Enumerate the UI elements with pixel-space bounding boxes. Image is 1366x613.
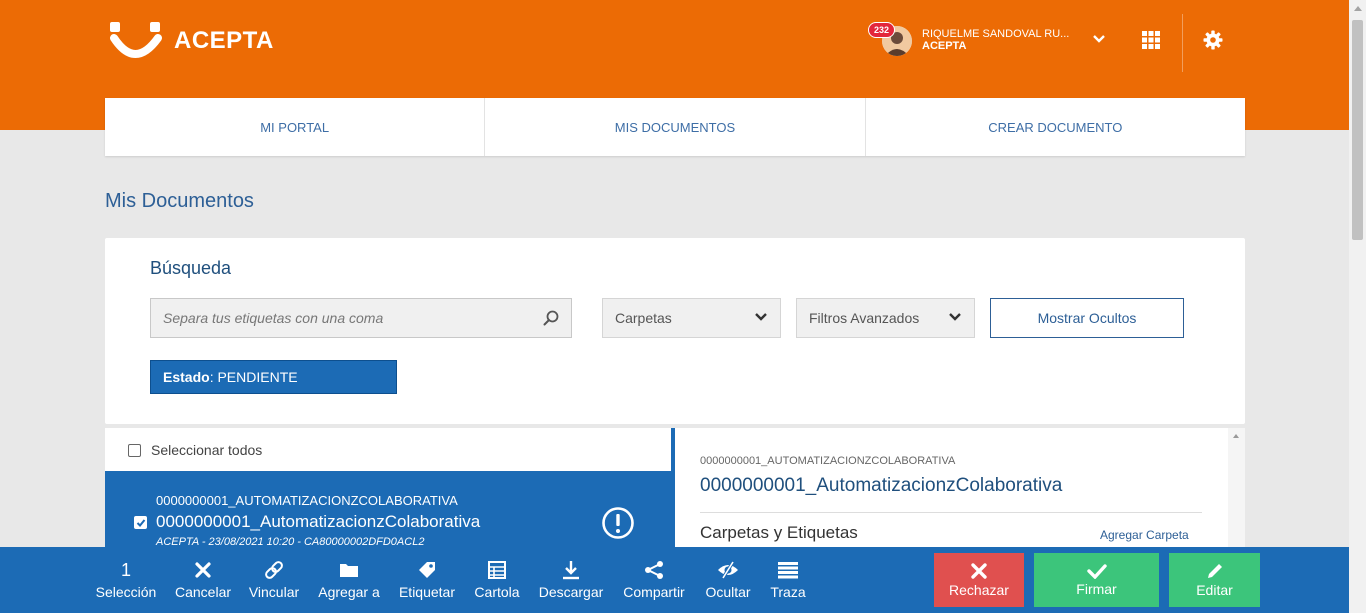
search-field: [150, 298, 572, 338]
list-icon: [778, 562, 798, 579]
main-nav: MI PORTAL MIS DOCUMENTOS CREAR DOCUMENTO: [105, 98, 1245, 156]
spreadsheet-icon: [488, 561, 506, 579]
carpetas-select[interactable]: Carpetas: [602, 298, 781, 338]
notifications-badge[interactable]: 232: [868, 22, 896, 38]
chevron-down-icon[interactable]: [1092, 34, 1106, 44]
folder-icon: [340, 564, 358, 577]
rechazar-button[interactable]: Rechazar: [934, 553, 1024, 607]
selection-counter: 1 Selección: [95, 547, 157, 613]
alert-icon: [602, 507, 634, 539]
checkmark-icon: [1086, 564, 1107, 579]
estado-value: : PENDIENTE: [209, 369, 298, 385]
brand-name: ACEPTA: [174, 27, 274, 54]
tag-icon: [419, 562, 435, 578]
item-id: 0000000001_AUTOMATIZACIONZCOLABORATIVA: [156, 493, 458, 508]
firmar-label: Firmar: [1076, 581, 1117, 597]
traza-label: Traza: [770, 584, 806, 600]
document-list: Seleccionar todos 0000000001_AUTOMATIZAC…: [105, 428, 671, 551]
rechazar-label: Rechazar: [949, 582, 1009, 598]
ocultar-label: Ocultar: [705, 584, 751, 600]
select-all[interactable]: Seleccionar todos: [128, 442, 262, 458]
compartir-label: Compartir: [623, 584, 685, 600]
scroll-up-arrow-icon[interactable]: [1233, 434, 1239, 438]
header-divider: [1182, 14, 1183, 72]
tab-mis-documentos[interactable]: MIS DOCUMENTOS: [485, 98, 866, 156]
user-org: ACEPTA: [922, 40, 967, 52]
tab-mi-portal[interactable]: MI PORTAL: [105, 98, 486, 156]
filtros-select-label: Filtros Avanzados: [809, 310, 920, 326]
agregar-a-label: Agregar a: [318, 584, 380, 600]
firmar-button[interactable]: Firmar: [1034, 553, 1159, 607]
cancelar-button[interactable]: Cancelar: [174, 547, 232, 613]
select-all-label: Seleccionar todos: [151, 442, 263, 458]
page-scrollbar[interactable]: [1349, 0, 1366, 613]
chevron-down-icon: [949, 313, 961, 321]
download-icon: [563, 561, 579, 580]
filtros-avanzados-select[interactable]: Filtros Avanzados: [796, 298, 975, 338]
list-item[interactable]: 0000000001_AUTOMATIZACIONZCOLABORATIVA 0…: [105, 471, 671, 551]
detail-name: 0000000001_AutomatizacionzColaborativa: [700, 475, 1063, 496]
chevron-down-icon: [755, 313, 767, 321]
detail-divider: [700, 512, 1202, 513]
select-all-checkbox[interactable]: [128, 443, 141, 457]
editar-button[interactable]: Editar: [1169, 553, 1260, 607]
check-icon: [136, 518, 145, 527]
action-toolbar: 1 Selección Cancelar Vincular Agregar a …: [0, 547, 1349, 613]
add-folder-link[interactable]: Agregar Carpeta: [1100, 528, 1189, 542]
user-name: RIQUELME SANDOVAL RU...: [922, 28, 1070, 40]
estado-filter-chip[interactable]: Estado: PENDIENTE: [150, 360, 397, 394]
item-name: 0000000001_AutomatizacionzColaborativa: [156, 512, 481, 531]
close-icon: [971, 563, 987, 579]
document-detail: 0000000001_AUTOMATIZACIONZCOLABORATIVA 0…: [671, 428, 1228, 548]
detail-section-title: Carpetas y Etiquetas: [700, 523, 858, 542]
user-info[interactable]: RIQUELME SANDOVAL RU... ACEPTA: [922, 28, 1069, 52]
eye-slash-icon: [718, 561, 738, 579]
smile-logo-icon: [110, 22, 162, 58]
descargar-label: Descargar: [538, 584, 604, 600]
page-title: Mis Documentos: [105, 190, 254, 212]
cartola-button[interactable]: Cartola: [473, 547, 521, 613]
descargar-button[interactable]: Descargar: [537, 547, 605, 613]
agregar-a-button[interactable]: Agregar a: [317, 547, 381, 613]
traza-button[interactable]: Traza: [768, 547, 808, 613]
selection-count: 1: [120, 560, 131, 580]
etiquetar-button[interactable]: Etiquetar: [396, 547, 458, 613]
compartir-button[interactable]: Compartir: [620, 547, 688, 613]
editar-label: Editar: [1196, 582, 1233, 598]
gear-icon[interactable]: [1203, 30, 1223, 50]
cancelar-label: Cancelar: [174, 584, 232, 600]
mostrar-ocultos-button[interactable]: Mostrar Ocultos: [990, 298, 1184, 338]
link-icon: [265, 561, 283, 579]
brand-logo[interactable]: ACEPTA: [110, 18, 274, 64]
search-title: Búsqueda: [150, 258, 232, 278]
pencil-icon: [1207, 564, 1222, 578]
tab-crear-documento[interactable]: CREAR DOCUMENTO: [866, 98, 1245, 156]
search-panel: Búsqueda Carpetas Filtros Avanzados Most…: [105, 238, 1245, 424]
scroll-up-arrow-icon[interactable]: [1354, 6, 1362, 11]
apps-grid-icon[interactable]: [1142, 31, 1160, 49]
item-checkbox[interactable]: [134, 516, 147, 529]
search-icon[interactable]: [543, 310, 559, 326]
detail-scrollbar[interactable]: [1228, 428, 1245, 548]
close-icon: [195, 562, 211, 578]
selection-label: Selección: [95, 584, 157, 600]
share-icon: [645, 561, 663, 579]
vincular-label: Vincular: [248, 584, 300, 600]
ocultar-button[interactable]: Ocultar: [703, 547, 753, 613]
detail-id: 0000000001_AUTOMATIZACIONZCOLABORATIVA: [700, 455, 956, 467]
vincular-button[interactable]: Vincular: [248, 547, 300, 613]
cartola-label: Cartola: [474, 584, 520, 600]
etiquetar-label: Etiquetar: [398, 584, 456, 600]
search-input[interactable]: [151, 299, 571, 337]
estado-key: Estado: [163, 369, 210, 385]
scrollbar-thumb[interactable]: [1352, 20, 1363, 240]
carpetas-select-label: Carpetas: [615, 310, 672, 326]
